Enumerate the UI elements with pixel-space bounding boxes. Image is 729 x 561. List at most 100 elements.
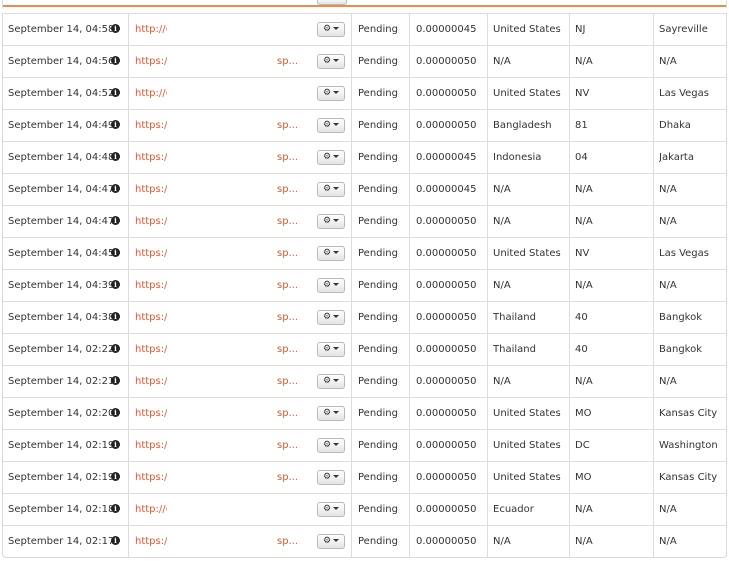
gear-dropdown-button[interactable]: ⚙ — [317, 54, 345, 69]
url-link[interactable]: https:/ — [135, 462, 167, 493]
info-cell[interactable]: i — [111, 78, 123, 109]
gear-dropdown-button[interactable]: ⚙ — [317, 374, 345, 389]
gear-dropdown-button[interactable]: ⚙ — [317, 406, 345, 421]
url-link[interactable]: https:/ — [135, 206, 167, 237]
sp-link[interactable]: sp... — [277, 110, 303, 141]
info-icon[interactable]: i — [111, 24, 120, 33]
url-link[interactable]: http://( — [135, 14, 167, 45]
gear-dropdown-button[interactable]: ⚙ — [317, 22, 345, 37]
url-link-text[interactable]: https:/ — [135, 248, 167, 259]
url-link-text[interactable]: https:/ — [135, 472, 167, 483]
sp-link-text[interactable]: sp... — [277, 152, 298, 163]
url-link[interactable]: https:/ — [135, 366, 167, 397]
sp-link[interactable]: sp... — [277, 398, 303, 429]
sp-link-text[interactable]: sp... — [277, 216, 298, 227]
sp-link[interactable]: sp... — [277, 302, 303, 333]
sp-link[interactable]: sp... — [277, 366, 303, 397]
url-link[interactable]: https:/ — [135, 142, 167, 173]
sp-link-text[interactable]: sp... — [277, 56, 298, 67]
url-link-text[interactable]: https:/ — [135, 280, 167, 291]
url-link[interactable]: https:/ — [135, 174, 167, 205]
sp-link[interactable]: sp... — [277, 174, 303, 205]
sp-link-text[interactable]: sp... — [277, 376, 298, 387]
url-link-text[interactable]: https:/ — [135, 216, 167, 227]
gear-dropdown-button[interactable]: ⚙ — [317, 534, 345, 549]
sp-link[interactable]: sp... — [277, 430, 303, 461]
sp-link[interactable]: sp... — [277, 238, 303, 269]
info-cell[interactable]: i — [111, 270, 123, 301]
info-cell[interactable]: i — [111, 46, 123, 77]
info-icon[interactable]: i — [111, 152, 120, 161]
url-link[interactable]: https:/ — [135, 110, 167, 141]
sp-link-text[interactable]: sp... — [277, 344, 298, 355]
url-link[interactable]: https:/ — [135, 238, 167, 269]
url-link-text[interactable]: http://( — [135, 24, 167, 35]
sp-link[interactable]: sp... — [277, 334, 303, 365]
info-icon[interactable]: i — [111, 376, 120, 385]
info-cell[interactable]: i — [111, 462, 123, 493]
url-link-text[interactable]: https:/ — [135, 56, 167, 67]
info-cell[interactable]: i — [111, 430, 123, 461]
url-link[interactable]: https:/ — [135, 430, 167, 461]
url-link-text[interactable]: https:/ — [135, 344, 167, 355]
gear-button-partial[interactable] — [317, 0, 347, 5]
url-link[interactable]: https:/ — [135, 46, 167, 77]
gear-dropdown-button[interactable]: ⚙ — [317, 182, 345, 197]
info-cell[interactable]: i — [111, 110, 123, 141]
gear-dropdown-button[interactable]: ⚙ — [317, 502, 345, 517]
info-icon[interactable]: i — [111, 504, 120, 513]
url-link-text[interactable]: http://( — [135, 88, 167, 99]
info-cell[interactable]: i — [111, 206, 123, 237]
gear-dropdown-button[interactable]: ⚙ — [317, 342, 345, 357]
sp-link-text[interactable]: sp... — [277, 184, 298, 195]
gear-dropdown-button[interactable]: ⚙ — [317, 214, 345, 229]
gear-dropdown-button[interactable]: ⚙ — [317, 278, 345, 293]
sp-link-text[interactable]: sp... — [277, 248, 298, 259]
info-icon[interactable]: i — [111, 440, 120, 449]
info-cell[interactable]: i — [111, 494, 123, 525]
info-icon[interactable]: i — [111, 120, 120, 129]
gear-dropdown-button[interactable]: ⚙ — [317, 470, 345, 485]
url-link[interactable]: https:/ — [135, 270, 167, 301]
info-cell[interactable]: i — [111, 398, 123, 429]
info-icon[interactable]: i — [111, 56, 120, 65]
sp-link-text[interactable]: sp... — [277, 120, 298, 131]
url-link[interactable]: https:/ — [135, 302, 167, 333]
gear-dropdown-button[interactable]: ⚙ — [317, 150, 345, 165]
url-link-text[interactable]: https:/ — [135, 376, 167, 387]
info-cell[interactable]: i — [111, 302, 123, 333]
url-link[interactable]: http://( — [135, 78, 167, 109]
gear-dropdown-button[interactable]: ⚙ — [317, 310, 345, 325]
gear-dropdown-button[interactable]: ⚙ — [317, 86, 345, 101]
url-link[interactable]: https:/ — [135, 526, 167, 557]
info-cell[interactable]: i — [111, 238, 123, 269]
sp-link[interactable] — [277, 14, 303, 45]
info-icon[interactable]: i — [111, 248, 120, 257]
info-cell[interactable]: i — [111, 366, 123, 397]
url-link-text[interactable]: https:/ — [135, 152, 167, 163]
sp-link-text[interactable]: sp... — [277, 440, 298, 451]
info-icon[interactable]: i — [111, 312, 120, 321]
info-icon[interactable]: i — [111, 408, 120, 417]
info-icon[interactable]: i — [111, 536, 120, 545]
url-link[interactable]: https:/ — [135, 334, 167, 365]
sp-link[interactable]: sp... — [277, 142, 303, 173]
url-link-text[interactable]: https:/ — [135, 120, 167, 131]
sp-link[interactable] — [277, 78, 303, 109]
sp-link[interactable] — [277, 494, 303, 525]
info-cell[interactable]: i — [111, 174, 123, 205]
url-link-text[interactable]: https:/ — [135, 536, 167, 547]
sp-link-text[interactable]: sp... — [277, 408, 298, 419]
info-icon[interactable]: i — [111, 472, 120, 481]
url-link-text[interactable]: http://( — [135, 504, 167, 515]
info-icon[interactable]: i — [111, 344, 120, 353]
info-cell[interactable]: i — [111, 14, 123, 45]
sp-link-text[interactable]: sp... — [277, 280, 298, 291]
sp-link[interactable]: sp... — [277, 526, 303, 557]
url-link-text[interactable]: https:/ — [135, 312, 167, 323]
sp-link-text[interactable]: sp... — [277, 472, 298, 483]
info-icon[interactable]: i — [111, 88, 120, 97]
info-icon[interactable]: i — [111, 280, 120, 289]
url-link-text[interactable]: https:/ — [135, 408, 167, 419]
gear-dropdown-button[interactable]: ⚙ — [317, 118, 345, 133]
